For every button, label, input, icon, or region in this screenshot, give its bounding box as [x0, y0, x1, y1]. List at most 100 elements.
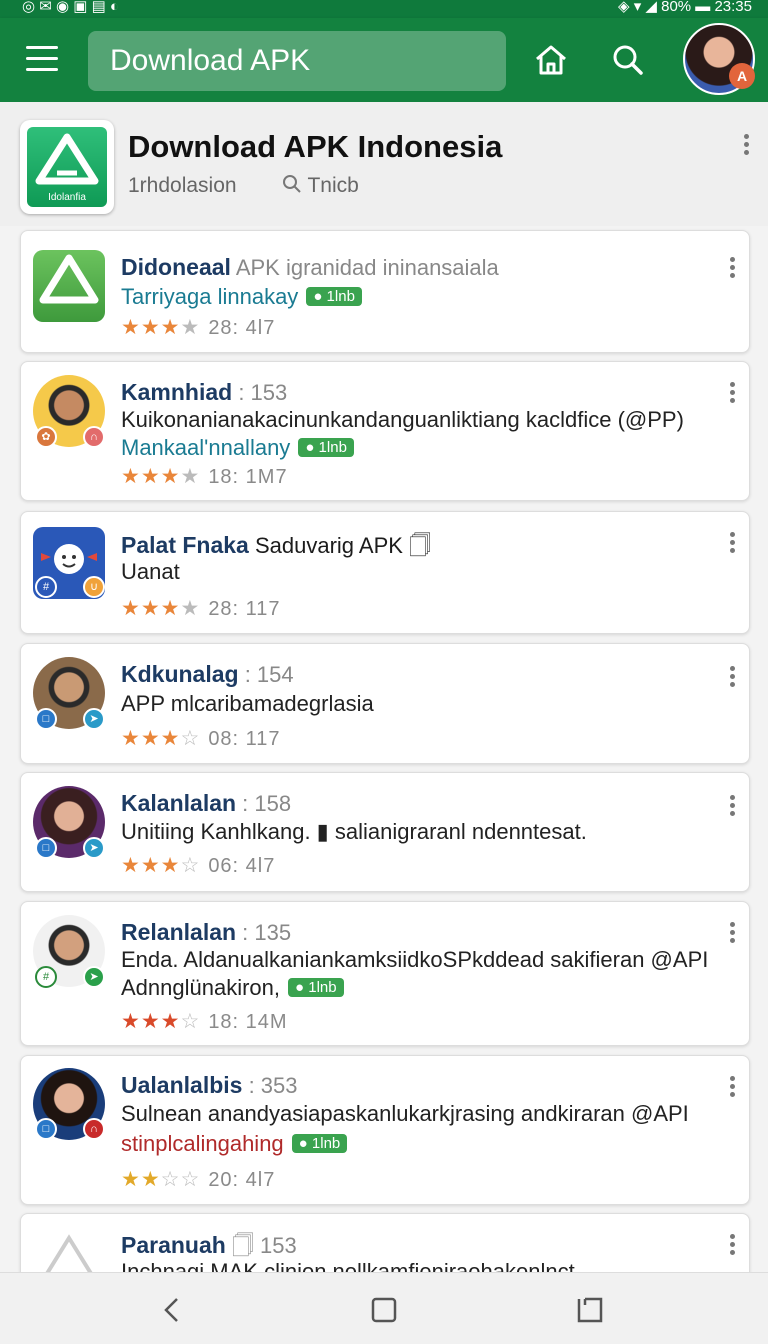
item-name: Didoneaal: [121, 254, 231, 280]
app-bar: Download APK A: [0, 18, 768, 102]
store-header: Idolanfia Download APK Indonesia 1rhdola…: [0, 102, 768, 226]
status-bar: ◎ ✉ ◉ ▣ ▤ ◐ ◈ ▾ ◢ 80% ▬ 23:35: [0, 0, 768, 18]
item-meta: 06: 4l7: [208, 855, 276, 877]
rating-stars: ★★★★ 18: 1M7: [121, 465, 288, 488]
item-extra: APK igranidad ininansaiala: [235, 255, 499, 280]
avatar-badge: A: [729, 63, 755, 89]
rating-stars: ★★★★ 28: 117: [121, 597, 281, 620]
badge-icon: ✿: [35, 426, 57, 448]
page-title: Download APK Indonesia: [128, 129, 503, 164]
item-desc: APP mlcaribamadegrlasia: [121, 691, 374, 716]
hero-tab-label: Tnicb: [307, 174, 359, 197]
list-item[interactable]: ✿ ∩ Kamnhiad : 153 Kuikonanianakacinunka…: [20, 361, 750, 501]
badge-icon: ∩: [83, 426, 105, 448]
search-icon: [283, 175, 301, 193]
overflow-menu-icon[interactable]: [744, 134, 750, 158]
item-name: Palat Fnaka: [121, 532, 249, 558]
search-field[interactable]: Download APK: [88, 31, 506, 91]
badge-icon: ∩: [83, 1118, 105, 1140]
item-subline: stinplcalingahing: [121, 1131, 284, 1156]
item-name: Kdkunalag: [121, 661, 239, 687]
overflow-menu-icon[interactable]: [730, 1234, 736, 1258]
rating-stars: ★★★☆ 06: 4l7: [121, 854, 276, 877]
tag-icon: ●: [313, 288, 323, 305]
item-meta: 18: 1M7: [208, 466, 288, 488]
rating-stars: ★★★☆ 08: 117: [121, 727, 281, 750]
item-desc: Unitiing Kanhlkang. ▮ salianigraranl nde…: [121, 819, 587, 844]
list-item[interactable]: # ∪ Palat Fnaka Saduvarig APK 🗍 Uanat ★★…: [20, 511, 750, 634]
overflow-menu-icon[interactable]: [730, 666, 736, 690]
item-desc: Kuikonanianakacinunkandanguanliktiang ka…: [121, 407, 684, 432]
overflow-menu-icon[interactable]: [730, 922, 736, 946]
status-left-icons: ◎ ✉ ◉ ▣ ▤ ◐: [22, 0, 119, 15]
hero-search-tab[interactable]: Tnicb: [282, 174, 359, 198]
tag-icon: ●: [298, 1135, 308, 1152]
item-name: Relanlalan: [121, 919, 237, 945]
list-item[interactable]: # ➤ Relanlalan : 135 Enda. Aldanualkania…: [20, 901, 750, 1046]
badge-icon: □: [35, 837, 57, 859]
rating-stars: ★★☆☆ 20: 4l7: [121, 1168, 276, 1191]
item-meta: 08: 117: [208, 728, 281, 750]
item-count: : 154: [244, 662, 294, 687]
item-subline: Tarriyaga linnakay: [121, 284, 299, 309]
badge-icon: #: [35, 966, 57, 988]
item-count: : 135: [242, 920, 292, 945]
tag-chip[interactable]: ● 1lnb: [298, 438, 354, 457]
list-item[interactable]: Didoneaal APK igranidad ininansaiala Tar…: [20, 230, 750, 353]
item-name: Paranuah: [121, 1232, 226, 1258]
app-icon: [33, 250, 105, 322]
overflow-menu-icon[interactable]: [730, 795, 736, 819]
overflow-menu-icon[interactable]: [730, 257, 736, 281]
home-icon[interactable]: [533, 42, 569, 78]
list-item[interactable]: □ ∩ Ualanlalbis : 353 Sulnean anandyasia…: [20, 1055, 750, 1205]
overflow-menu-icon[interactable]: [730, 532, 736, 556]
logo-text: Idolanfia: [48, 192, 86, 203]
item-count: : 353: [248, 1073, 298, 1098]
recents-icon[interactable]: [575, 1295, 605, 1325]
item-desc: Uanat: [121, 559, 180, 584]
badge-icon: ➤: [83, 708, 105, 730]
system-nav-bar: [0, 1272, 768, 1344]
list-item[interactable]: □ ➤ Kalanlalan : 158 Unitiing Kanhlkang.…: [20, 772, 750, 892]
item-extra: Saduvarig APK 🗍: [254, 533, 432, 558]
item-name: Ualanlalbis: [121, 1072, 243, 1098]
item-name: Kalanlalan: [121, 790, 237, 816]
item-subline: Adnnglünakiron,: [121, 975, 281, 1000]
item-meta: 28: 4l7: [208, 317, 276, 339]
rating-stars: ★★★★ 28: 4l7: [121, 316, 276, 339]
badge-icon: ∪: [83, 576, 105, 598]
item-desc: Sulnean anandyasiapaskanlukarkjrasing an…: [121, 1101, 689, 1126]
tag-chip-label: 1lnb: [326, 288, 355, 305]
item-name: Kamnhiad: [121, 379, 233, 405]
tag-icon: ●: [295, 979, 305, 996]
tag-chip[interactable]: ● 1lnb: [288, 978, 344, 997]
rating-stars: ★★★☆ 18: 14M: [121, 1010, 288, 1033]
status-right-info: ◈ ▾ ◢ 80% ▬ 23:35: [618, 0, 752, 15]
tag-chip-label: 1lnb: [308, 979, 337, 996]
tag-icon: ●: [305, 439, 315, 456]
overflow-menu-icon[interactable]: [730, 382, 736, 406]
triangle-logo-icon: [39, 254, 99, 304]
tag-chip[interactable]: ● 1lnb: [291, 1134, 348, 1153]
hamburger-menu-icon[interactable]: [26, 46, 58, 72]
search-icon[interactable]: [610, 42, 646, 78]
badge-icon: □: [35, 708, 57, 730]
item-count: : 158: [242, 791, 292, 816]
badge-icon: □: [35, 1118, 57, 1140]
tag-chip-label: 1lnb: [311, 1135, 341, 1152]
back-icon[interactable]: [157, 1295, 187, 1325]
item-count: 🗍 153: [231, 1233, 297, 1258]
hero-subtitle: 1rhdolasion: [128, 174, 237, 197]
item-subline: Mankaal'nnallany: [121, 435, 291, 460]
tag-chip[interactable]: ● 1lnb: [306, 287, 362, 306]
badge-icon: ➤: [83, 966, 105, 988]
badge-icon: #: [35, 576, 57, 598]
item-desc: Enda. AldanualkaniankamksiidkoSPkddead s…: [121, 947, 709, 972]
overflow-menu-icon[interactable]: [730, 1076, 736, 1100]
item-meta: 20: 4l7: [208, 1169, 276, 1191]
list-item[interactable]: □ ➤ Kdkunalag : 154 APP mlcaribamadegrla…: [20, 643, 750, 764]
home-button-icon[interactable]: [369, 1295, 399, 1325]
user-avatar[interactable]: A: [683, 23, 755, 95]
badge-icon: ➤: [83, 837, 105, 859]
item-meta: 18: 14M: [208, 1011, 288, 1033]
